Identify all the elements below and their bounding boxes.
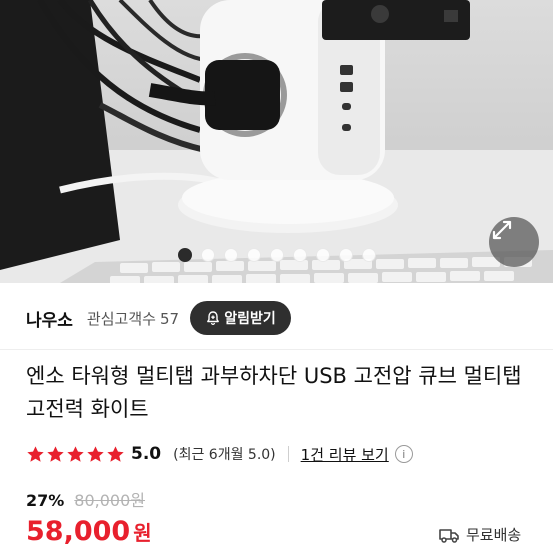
- divider: [0, 349, 553, 350]
- interest-count: 57: [159, 309, 180, 328]
- star-icon: [47, 445, 64, 462]
- info-icon[interactable]: i: [394, 445, 413, 463]
- bell-plus-icon: [207, 311, 220, 326]
- truck-icon: [439, 528, 459, 543]
- recent-rating: (최근 6개월 5.0): [173, 447, 276, 463]
- rating-score: 5.0: [131, 444, 162, 464]
- carousel-dot[interactable]: [223, 248, 238, 262]
- star-icon: [27, 445, 44, 462]
- discount-rate: 27%: [26, 491, 65, 510]
- expand-image-button[interactable]: [489, 217, 539, 267]
- seller-interest: 관심고객수 57: [87, 308, 179, 329]
- star-icon: [107, 445, 124, 462]
- expand-icon: [492, 220, 512, 240]
- carousel-dot[interactable]: [315, 248, 330, 262]
- star-icon: [67, 445, 84, 462]
- product-photo: [0, 0, 553, 283]
- price-row: 58,000 원: [26, 516, 152, 547]
- star-icon: [87, 445, 104, 462]
- carousel-dots: [0, 248, 553, 262]
- product-title: 엔소 타워형 멀티탭 과부하차단 USB 고전압 큐브 멀티탭 고전력 화이트: [26, 364, 522, 421]
- discount-row: 27% 80,000원: [26, 487, 145, 511]
- shipping-label: 무료배송: [466, 526, 522, 544]
- carousel-dot[interactable]: [269, 248, 284, 262]
- carousel-dot[interactable]: [246, 248, 261, 262]
- notify-label: 알림받기: [224, 311, 276, 327]
- seller-name[interactable]: 나우소: [26, 306, 73, 331]
- shipping-info: 무료배송: [438, 524, 521, 545]
- carousel-dot[interactable]: [200, 248, 215, 262]
- currency-unit: 원: [133, 521, 152, 545]
- interest-label: 관심고객수: [86, 309, 156, 328]
- rating-stars: [26, 445, 125, 464]
- original-price: 80,000원: [74, 491, 146, 510]
- rating-row: 5.0 (최근 6개월 5.0) 1건 리뷰 보기 i: [26, 440, 413, 468]
- review-link[interactable]: 1건 리뷰 보기: [301, 444, 389, 465]
- seller-info: 나우소 관심고객수 57: [26, 302, 179, 334]
- carousel-dot[interactable]: [292, 248, 307, 262]
- carousel-dot[interactable]: [338, 248, 353, 262]
- rating-divider: [287, 446, 289, 462]
- notify-button[interactable]: 알림받기: [190, 301, 291, 335]
- sale-price: 58,000: [26, 516, 131, 547]
- carousel-dot[interactable]: [361, 248, 376, 262]
- carousel-dot[interactable]: [177, 248, 192, 262]
- product-image-gallery[interactable]: [0, 0, 553, 283]
